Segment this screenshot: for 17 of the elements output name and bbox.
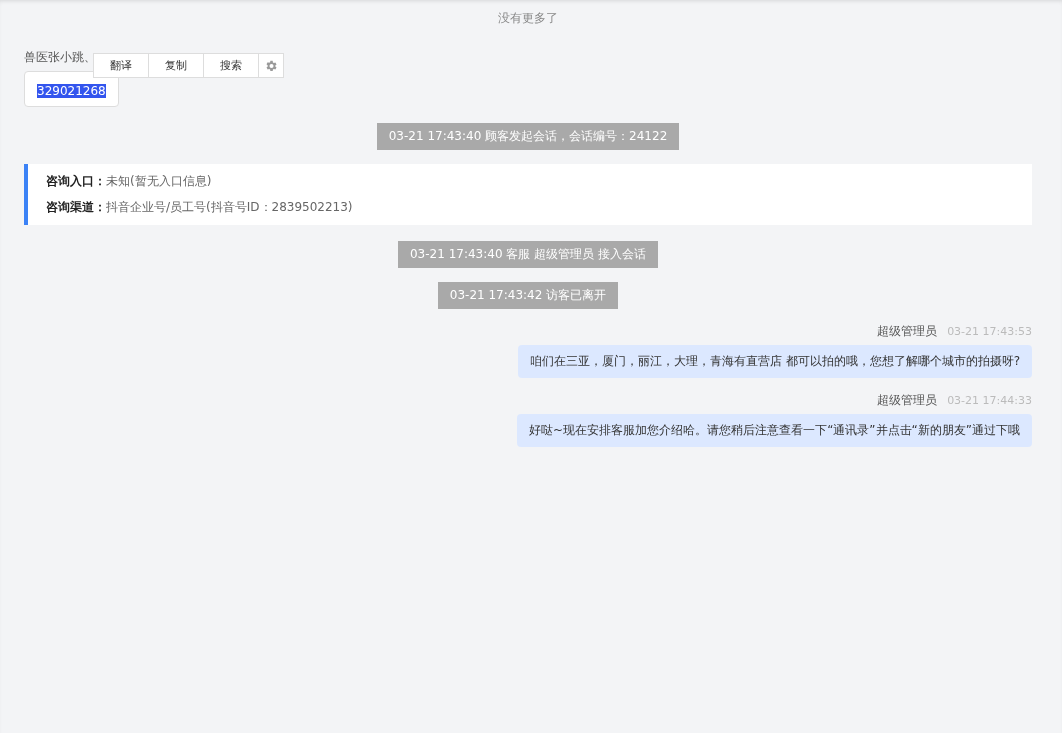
message-bubble: 咱们在三亚，厦门，丽江，大理，青海有直营店 都可以拍的哦，您想了解哪个城市的拍摄呀? xyxy=(517,345,1032,378)
no-more-label: 没有更多了 xyxy=(498,10,558,27)
message-bubble: 好哒~现在安排客服加您介绍哈。请您稍后注意查看一下“通讯录”并点击“新的朋友”通过下哦 xyxy=(517,414,1032,447)
info-label: 咨询渠道： xyxy=(46,199,106,216)
message-text: 329021268 xyxy=(37,84,106,98)
info-value: 抖音企业号/员工号(抖音号ID：2839502213) xyxy=(106,199,353,216)
system-notice: 03-21 17:43:40 客服 超级管理员 接入会话 xyxy=(398,241,658,268)
sender-name: 兽医张小跳、 xyxy=(24,49,96,66)
system-notice: 03-21 17:43:42 访客已离开 xyxy=(437,282,619,309)
sender-name: 超级管理员 xyxy=(877,323,938,340)
settings-icon[interactable] xyxy=(264,58,278,73)
message-time: 03-21 17:44:33 xyxy=(947,394,1032,407)
sender-name: 超级管理员 xyxy=(877,392,938,409)
info-value: 未知(暂无入口信息) xyxy=(106,173,212,190)
message-time: 03-21 17:43:53 xyxy=(947,325,1032,338)
info-label: 咨询入口： xyxy=(46,173,106,190)
system-notice: 03-21 17:43:40 顾客发起会话，会话编号：24122 xyxy=(376,123,680,150)
